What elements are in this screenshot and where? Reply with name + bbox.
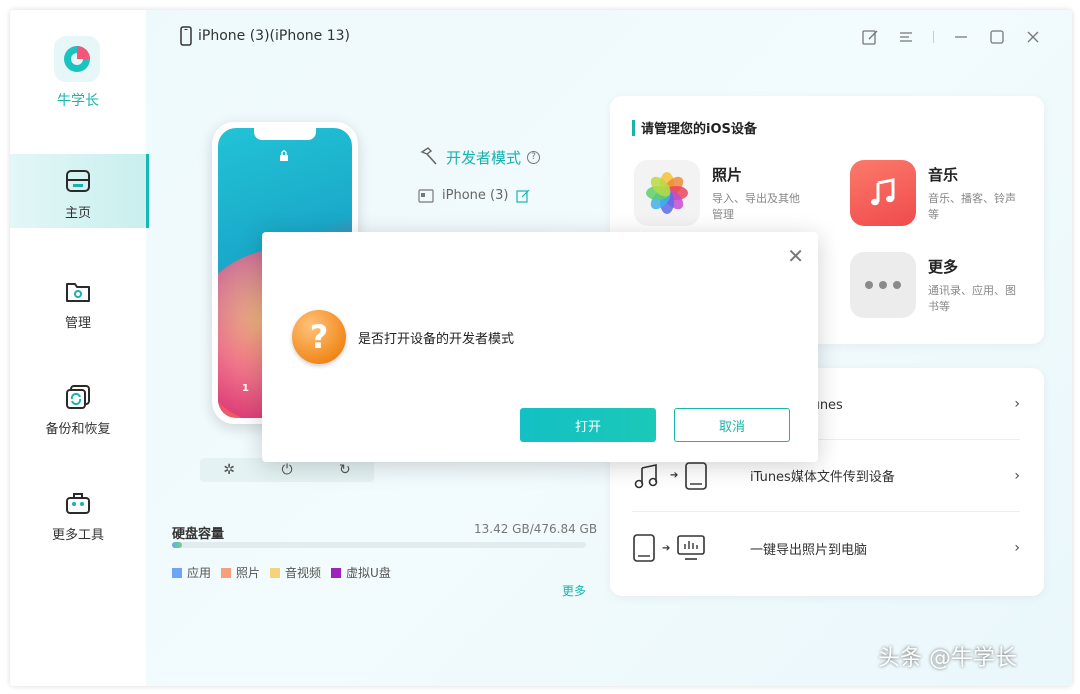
transfer-label: iTunes媒体文件传到设备	[750, 470, 895, 485]
app-window: 牛学长 主页 管理 备份和恢复 更多工具 iPhone (3)(iPhone 1…	[10, 10, 1072, 686]
device-title-bar: iPhone (3)(iPhone 13)	[180, 26, 350, 46]
transfer-row[interactable]: ➔ 一键导出照片到电脑 ›	[632, 512, 1020, 584]
maximize-icon[interactable]	[988, 28, 1006, 46]
developer-mode-dialog: ✕ ? 是否打开设备的开发者模式 打开 取消	[262, 232, 818, 462]
toolbox-icon	[66, 493, 90, 514]
menu-icon[interactable]	[897, 28, 915, 46]
feature-desc: 音乐、播客、铃声等	[928, 192, 1016, 221]
transfer-label: 一键导出照片到电脑	[750, 542, 868, 558]
sidebar-item-manage[interactable]: 管理	[10, 264, 146, 338]
chevron-right-icon: ›	[1014, 467, 1020, 484]
feature-title: 音乐	[928, 166, 959, 184]
sidebar-item-more-tools[interactable]: 更多工具	[10, 476, 146, 550]
dialog-close-icon[interactable]: ✕	[787, 244, 804, 268]
question-icon: ?	[292, 310, 346, 364]
feature-title: 照片	[712, 166, 743, 184]
legend-item: 照片	[221, 564, 260, 581]
open-button[interactable]: 打开	[520, 408, 656, 442]
itunes-to-device-icon: ➔	[632, 461, 750, 491]
disk-title: 硬盘容量	[172, 527, 225, 542]
more-dots-icon	[850, 252, 916, 318]
help-icon[interactable]: ?	[527, 150, 541, 164]
sidebar-item-home[interactable]: 主页	[10, 154, 149, 228]
cancel-button[interactable]: 取消	[674, 408, 790, 442]
sidebar: 牛学长 主页 管理 备份和恢复 更多工具	[10, 10, 149, 686]
sidebar-item-backup[interactable]: 备份和恢复	[10, 370, 146, 444]
id-card-icon	[418, 188, 434, 203]
feedback-icon[interactable]	[861, 28, 879, 46]
device-screen-number: 1	[242, 383, 249, 394]
dialog-message: 是否打开设备的开发者模式	[358, 332, 515, 347]
watermark: 头条 @牛学长	[878, 646, 1017, 671]
minimize-icon[interactable]	[952, 28, 970, 46]
window-controls	[861, 28, 1042, 46]
sidebar-item-label: 主页	[64, 206, 91, 221]
hammer-icon	[420, 147, 437, 165]
developer-mode-label: 开发者模式	[446, 148, 522, 167]
refresh-icon[interactable]: ↻	[339, 462, 351, 478]
logo-icon	[64, 46, 90, 72]
app-logo	[54, 36, 100, 82]
feature-more[interactable]: 更多 通讯录、应用、图书等	[850, 252, 1026, 318]
power-icon[interactable]: ⏻	[281, 462, 292, 478]
feature-title: 更多	[928, 258, 959, 276]
device-title: iPhone (3)(iPhone 13)	[198, 28, 350, 44]
developer-mode[interactable]: 开发者模式 ?	[418, 146, 541, 168]
device-name: iPhone (3)	[442, 188, 509, 203]
sidebar-item-label: 管理	[64, 316, 91, 331]
legend-item: 应用	[172, 564, 211, 581]
legend-item: 虚拟U盘	[331, 564, 391, 581]
photos-to-pc-icon: ➔	[632, 533, 750, 563]
disk-usage-bar	[172, 542, 586, 548]
chevron-right-icon: ›	[1014, 395, 1020, 412]
lock-icon	[279, 150, 291, 162]
device-info: 开发者模式 ? iPhone (3)	[418, 146, 541, 203]
folder-gear-icon	[66, 283, 90, 302]
sidebar-item-label: 备份和恢复	[45, 422, 111, 437]
brightness-icon[interactable]: ✲	[223, 462, 235, 478]
disk-legend: 应用 照片 音视频 虚拟U盘	[172, 564, 391, 581]
music-icon	[850, 160, 916, 226]
feature-desc: 通讯录、应用、图书等	[928, 284, 1016, 313]
backup-restore-icon	[66, 385, 90, 409]
photos-icon	[634, 160, 700, 226]
feature-music[interactable]: 音乐 音乐、播客、铃声等	[850, 160, 1026, 226]
sidebar-item-label: 更多工具	[51, 528, 104, 543]
home-icon	[66, 170, 90, 192]
legend-item: 音视频	[270, 564, 321, 581]
app-name: 牛学长	[57, 93, 99, 109]
disk-usage: 13.42 GB/476.84 GB	[474, 522, 598, 536]
edit-icon[interactable]	[516, 189, 530, 203]
close-icon[interactable]	[1024, 28, 1042, 46]
disk-more-link[interactable]: 更多	[562, 582, 586, 599]
feature-photos[interactable]: 照片 导入、导出及其他管理	[634, 160, 810, 226]
feature-desc: 导入、导出及其他管理	[712, 192, 800, 221]
disk-usage-fill	[172, 542, 182, 548]
controls-divider	[933, 31, 934, 43]
device-name-row: iPhone (3)	[418, 188, 540, 203]
manage-title: 请管理您的iOS设备	[632, 118, 757, 137]
chevron-right-icon: ›	[1014, 540, 1020, 556]
phone-icon	[180, 26, 192, 46]
device-notch	[254, 128, 316, 140]
